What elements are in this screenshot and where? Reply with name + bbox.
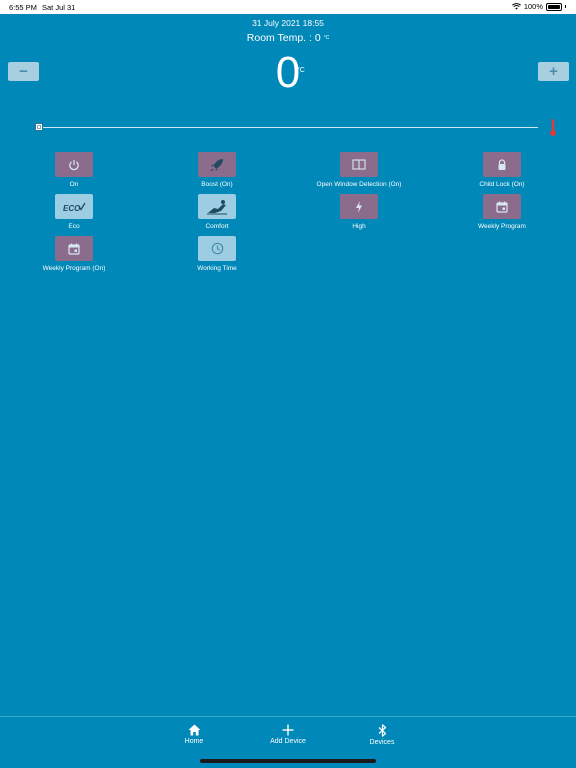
status-date: Sat Jul 31 xyxy=(42,3,76,12)
window-icon xyxy=(352,159,366,170)
tab-bar-divider xyxy=(0,716,576,717)
temperature-slider-handle[interactable] xyxy=(35,123,43,131)
mode-boost[interactable]: Boost (On) xyxy=(172,152,262,188)
mode-weekly-program-on-button[interactable] xyxy=(55,236,93,261)
home-indicator xyxy=(200,759,376,763)
room-temp-label: Room Temp. : 0 xyxy=(246,32,321,44)
mode-on[interactable]: On xyxy=(29,152,119,188)
mode-comfort-button[interactable] xyxy=(198,194,236,219)
battery-tip xyxy=(565,5,566,8)
mode-label: Comfort xyxy=(205,223,229,230)
wifi-icon xyxy=(511,3,521,10)
mode-child-lock-button[interactable] xyxy=(483,152,521,177)
mode-working-time[interactable]: Working Time xyxy=(172,236,262,272)
mode-label: On xyxy=(69,181,79,188)
mode-eco-button[interactable]: ECO xyxy=(55,194,93,219)
mode-label: Child Lock (On) xyxy=(479,181,525,188)
mode-comfort[interactable]: Comfort xyxy=(172,194,262,230)
status-bar: 6:55 PM Sat Jul 31 100% xyxy=(0,0,576,14)
room-temperature: Room Temp. : 0 °C xyxy=(0,32,576,44)
mode-label: Working Time xyxy=(197,265,237,272)
mode-eco[interactable]: ECO Eco xyxy=(29,194,119,230)
tab-devices[interactable]: Devices xyxy=(352,724,412,746)
room-temp-unit: °C xyxy=(323,35,330,42)
mode-high-button[interactable] xyxy=(340,194,378,219)
eco-icon: ECO xyxy=(63,202,86,213)
status-time: 6:55 PM xyxy=(9,3,37,12)
tab-add-device-label: Add Device xyxy=(270,738,306,745)
mode-label: Open Window Detection (On) xyxy=(316,181,402,188)
current-datetime: 31 July 2021 18:55 xyxy=(252,18,324,28)
lock-icon xyxy=(498,158,506,170)
mode-open-window[interactable]: Open Window Detection (On) xyxy=(314,152,404,188)
comfort-icon xyxy=(207,199,227,214)
mode-label: Boost (On) xyxy=(201,181,233,188)
mode-open-window-button[interactable] xyxy=(340,152,378,177)
mode-boost-button[interactable] xyxy=(198,152,236,177)
mode-child-lock[interactable]: Child Lock (On) xyxy=(457,152,547,188)
mode-weekly-program-on[interactable]: Weekly Program (On) xyxy=(29,236,119,272)
plus-icon xyxy=(282,724,294,736)
clock-icon xyxy=(211,242,223,255)
tab-home[interactable]: Home xyxy=(164,724,224,745)
svg-text:ECO: ECO xyxy=(63,204,81,213)
calendar-icon xyxy=(496,201,508,213)
battery-icon xyxy=(546,2,562,11)
power-icon xyxy=(69,159,79,170)
mode-weekly-program[interactable]: Weekly Program xyxy=(457,194,547,230)
tab-add-device[interactable]: Add Device xyxy=(258,724,318,745)
status-right: 100% xyxy=(511,2,566,11)
mode-label: High xyxy=(352,223,366,230)
tab-home-label: Home xyxy=(184,738,204,745)
setpoint-unit: °C xyxy=(297,67,305,74)
bluetooth-icon xyxy=(378,724,386,737)
mode-working-time-button[interactable] xyxy=(198,236,236,261)
temperature-slider-track[interactable] xyxy=(38,127,538,128)
increase-temp-button[interactable]: + xyxy=(538,62,569,81)
decrease-temp-button[interactable]: − xyxy=(8,62,39,81)
home-icon xyxy=(188,724,200,736)
mode-high[interactable]: High xyxy=(314,194,404,230)
calendar-icon xyxy=(68,243,80,255)
mode-label: Weekly Program (On) xyxy=(42,265,106,272)
mode-on-button[interactable] xyxy=(55,152,93,177)
thermometer-icon xyxy=(550,119,556,136)
bolt-icon xyxy=(356,200,362,213)
mode-label: Weekly Program xyxy=(478,223,526,230)
tab-devices-label: Devices xyxy=(369,739,395,746)
mode-label: Eco xyxy=(68,223,80,230)
rocket-icon xyxy=(210,158,223,171)
mode-weekly-program-button[interactable] xyxy=(483,194,521,219)
battery-percent: 100% xyxy=(523,2,543,11)
